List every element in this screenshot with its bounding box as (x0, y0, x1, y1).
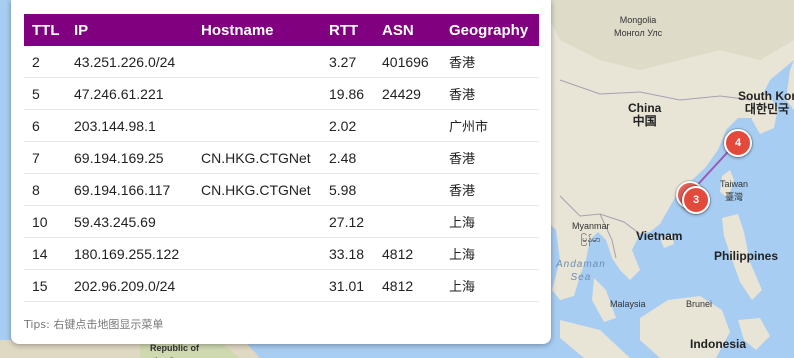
map-label-andaman-sea: Andaman Sea (556, 259, 606, 283)
cell-asn: 4812 (374, 269, 441, 302)
cell-geography: 广州市 (441, 109, 539, 142)
cell-ip: 180.169.255.122 (66, 237, 193, 270)
cell-ip: 203.144.98.1 (66, 109, 193, 142)
map-label-vietnam: Vietnam (636, 229, 683, 243)
cell-geography: 上海 (441, 205, 539, 238)
cell-asn: 24429 (374, 77, 441, 110)
table-row[interactable]: 6 203.144.98.1 2.02 广州市 (24, 109, 539, 142)
table-row[interactable]: 5 47.246.61.221 19.86 24429 香港 (24, 77, 539, 110)
cell-rtt: 5.98 (321, 173, 374, 206)
cell-asn (374, 109, 441, 142)
cell-ttl: 6 (24, 109, 66, 142)
cell-ip: 202.96.209.0/24 (66, 269, 193, 302)
cell-geography: 香港 (441, 46, 539, 78)
cell-ip: 43.251.226.0/24 (66, 46, 193, 78)
table-row[interactable]: 7 69.194.169.25 CN.HKG.CTGNet 2.48 香港 (24, 141, 539, 174)
header-asn: ASN (382, 21, 414, 39)
cell-asn: 401696 (374, 46, 441, 78)
map-label-china: China 中国 (628, 101, 662, 128)
cell-hostname (193, 237, 321, 270)
cell-hostname: CN.HKG.CTGNet (193, 141, 321, 174)
cell-rtt: 2.48 (321, 141, 374, 174)
hop-marker-4[interactable]: 4 (724, 129, 752, 157)
header-ttl: TTL (32, 21, 60, 39)
cell-geography: 上海 (441, 237, 539, 270)
table-row[interactable]: 10 59.43.245.69 27.12 上海 (24, 205, 539, 238)
cell-geography: 香港 (441, 173, 539, 206)
cell-hostname (193, 77, 321, 110)
map-label-indonesia: Indonesia (690, 337, 747, 351)
map-label-taiwan: Taiwan 臺灣 (720, 179, 749, 202)
cell-ip: 59.43.245.69 (66, 205, 193, 238)
hop-marker-3[interactable]: 3 (682, 186, 710, 214)
table-row[interactable]: 15 202.96.209.0/24 31.01 4812 上海 (24, 269, 539, 302)
header-geography: Geography (449, 21, 529, 39)
table-row[interactable]: 8 69.194.166.117 CN.HKG.CTGNet 5.98 香港 (24, 173, 539, 206)
cell-ip: 69.194.166.117 (66, 173, 193, 206)
cell-ip: 69.194.169.25 (66, 141, 193, 174)
cell-asn (374, 173, 441, 206)
cell-ip: 47.246.61.221 (66, 77, 193, 110)
map-label-brunei: Brunei (686, 299, 713, 309)
cell-ttl: 5 (24, 77, 66, 110)
cell-asn (374, 205, 441, 238)
cell-ttl: 2 (24, 46, 66, 78)
cell-rtt: 33.18 (321, 237, 374, 270)
cell-ttl: 7 (24, 141, 66, 174)
cell-hostname (193, 109, 321, 142)
traceroute-panel: TTL IP Hostname RTT ASN Geography 2 43.2… (11, 0, 551, 344)
map-label-malaysia: Malaysia (610, 299, 646, 309)
cell-hostname (193, 205, 321, 238)
cell-geography: 香港 (441, 77, 539, 110)
table-row[interactable]: 2 43.251.226.0/24 3.27 401696 香港 (24, 46, 539, 78)
cell-hostname (193, 269, 321, 302)
map-label-south-korea: South Kor 대한민국 (738, 89, 794, 116)
cell-ttl: 10 (24, 205, 66, 238)
header-ip: IP (74, 21, 89, 39)
header-hostname: Hostname (201, 21, 274, 39)
map-label-philippines: Philippines (714, 249, 779, 263)
cell-hostname (193, 46, 321, 78)
cell-rtt: 2.02 (321, 109, 374, 142)
header-rtt: RTT (329, 21, 359, 39)
hop-table: TTL IP Hostname RTT ASN Geography 2 43.2… (24, 14, 539, 302)
cell-rtt: 19.86 (321, 77, 374, 110)
cell-hostname: CN.HKG.CTGNet (193, 173, 321, 206)
table-row[interactable]: 14 180.169.255.122 33.18 4812 上海 (24, 237, 539, 270)
cell-ttl: 8 (24, 173, 66, 206)
map-label-myanmar: Myanmar မြန်မာ (572, 221, 610, 244)
tips-text: Tips: 右键点击地图显示菜单 (24, 318, 164, 331)
cell-rtt: 27.12 (321, 205, 374, 238)
cell-rtt: 31.01 (321, 269, 374, 302)
cell-rtt: 3.27 (321, 46, 374, 78)
cell-geography: 香港 (441, 141, 539, 174)
map-label-mongolia: Mongolia Монгол Улс (614, 15, 663, 38)
map-label-republic-congo: Republic of the Congo (150, 343, 199, 358)
cell-geography: 上海 (441, 269, 539, 302)
cell-asn: 4812 (374, 237, 441, 270)
cell-ttl: 15 (24, 269, 66, 302)
cell-asn (374, 141, 441, 174)
cell-ttl: 14 (24, 237, 66, 270)
hop-table-header: TTL IP Hostname RTT ASN Geography (24, 14, 539, 46)
